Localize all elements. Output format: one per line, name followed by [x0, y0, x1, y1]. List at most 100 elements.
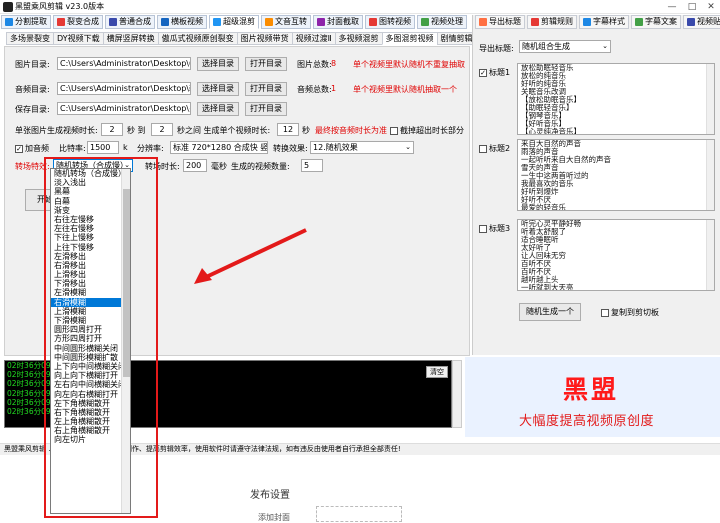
- duration-from-input[interactable]: 2: [101, 123, 123, 136]
- title1-textarea[interactable]: 放松助眠轻音乐 放松的纯音乐 好听的纯音乐 关眠音乐改调 【放松助眠音乐】 【助眠轻音乐】…: [517, 63, 715, 135]
- toolbar-button[interactable]: 封面截取: [313, 15, 363, 29]
- audio-dir-label: 音频目录:: [15, 85, 50, 94]
- sub-tab[interactable]: 多场景裂变: [6, 32, 53, 45]
- image-dir-input[interactable]: C:\Users\Administrator\Desktop\69: [57, 57, 191, 70]
- right-toolbar-button[interactable]: 剪辑规则: [527, 15, 577, 29]
- title2-checkbox[interactable]: 标题2: [479, 143, 510, 154]
- audio-open-button[interactable]: 打开目录: [245, 82, 287, 96]
- toolbar-label: 普通合成: [119, 17, 151, 26]
- save-open-button[interactable]: 打开目录: [245, 102, 287, 116]
- single-duration-input[interactable]: 12: [277, 123, 299, 136]
- sub-tab[interactable]: 多视频混剪: [334, 32, 382, 45]
- image-note: 单个视频里默认随机不重复抽取: [353, 60, 465, 69]
- right-toolbar-button[interactable]: 字幕文案: [631, 15, 681, 29]
- toolbar-icon: [479, 18, 487, 26]
- bitrate-input[interactable]: 1500: [87, 141, 119, 154]
- image-total-value: 8: [331, 59, 337, 68]
- toolbar-button[interactable]: 裂变合成: [53, 15, 103, 29]
- add-audio-label: 加音频: [25, 144, 49, 153]
- sub-tab[interactable]: 图片视频带货: [236, 32, 292, 45]
- sub-tab[interactable]: 横屏竖屏转换: [102, 32, 158, 45]
- sub-tab[interactable]: DY视频下载: [53, 32, 103, 45]
- resolution-value: 标准 720*1280 合成快 竖版: [173, 143, 268, 152]
- toolbar-label: 横板视频: [171, 17, 203, 26]
- window-title: 黑盟乘风剪辑 v23.0版本: [15, 2, 105, 11]
- chevron-down-icon: ⌄: [602, 42, 608, 50]
- toolbar-label: 图转视频: [379, 17, 411, 26]
- brand-slogan: 大幅度提高视频原创度: [519, 414, 655, 429]
- sub-tabs: 多场景裂变 DY视频下载 横屏竖屏转换 傲瓜式视频原创裂变 图片视频带货 视频过渡Ⅱ 多视频…: [6, 32, 477, 46]
- add-audio-checkbox[interactable]: ✓ 加音频: [15, 143, 49, 154]
- chevron-down-icon: ⌄: [405, 143, 411, 151]
- textarea-scrollbar[interactable]: [706, 220, 714, 290]
- audio-choose-button[interactable]: 选择目录: [197, 82, 239, 96]
- random-generate-button[interactable]: 随机生成一个: [519, 303, 581, 321]
- title-export-panel: 导出标题剪辑规则字幕样式字幕文案视频贴纸 导出标题: 随机组合生成⌄ ✓标题1 …: [472, 15, 720, 355]
- cut-overflow-checkbox[interactable]: 截掉超出时长部分: [390, 125, 464, 136]
- export-select[interactable]: 随机组合生成 ⌄: [519, 40, 611, 53]
- title3-checkbox[interactable]: 标题3: [479, 223, 510, 234]
- toolbar-button[interactable]: 分割提取: [1, 15, 51, 29]
- title-line: 一听就到大天亮: [521, 283, 574, 291]
- toolbar-icon: [369, 18, 377, 26]
- textarea-scrollbar[interactable]: [706, 64, 714, 134]
- textarea-scrollbar[interactable]: [706, 140, 714, 210]
- transition-select[interactable]: 12.随机效果 ⌄: [310, 141, 414, 154]
- title-line: 最爱的轻音乐: [521, 203, 566, 211]
- title3-label: 标题3: [489, 224, 511, 233]
- resolution-label: 分辨率:: [137, 144, 164, 153]
- audio-total-value: 1: [331, 84, 337, 93]
- toolbar-icon: [531, 18, 539, 26]
- right-toolbar-button[interactable]: 导出标题: [475, 15, 525, 29]
- clear-log-button[interactable]: 清空: [426, 366, 448, 378]
- save-dir-input[interactable]: C:\Users\Administrator\Desktop\多: [57, 102, 191, 115]
- toolbar-label: 视频贴纸: [697, 17, 720, 26]
- image-open-button[interactable]: 打开目录: [245, 57, 287, 71]
- toolbar-icon: [583, 18, 591, 26]
- sub-tab[interactable]: 多图混剪视频: [381, 32, 437, 45]
- toolbar-icon: [421, 18, 429, 26]
- right-toolbar-button[interactable]: 字幕样式: [579, 15, 629, 29]
- image-choose-button[interactable]: 选择目录: [197, 57, 239, 71]
- toolbar-button[interactable]: 文音互转: [261, 15, 311, 29]
- sub-tab[interactable]: 剧情剪辑: [436, 32, 477, 45]
- toolbar-button[interactable]: 视频处理: [417, 15, 467, 29]
- right-toolbar-button[interactable]: 视频贴纸: [683, 15, 720, 29]
- toolbar-button[interactable]: 横板视频: [157, 15, 207, 29]
- effect-time-input[interactable]: 200: [183, 159, 207, 172]
- gen-duration-label: 秒之间 生成单个视频时长:: [177, 126, 271, 135]
- audio-dir-input[interactable]: C:\Users\Administrator\Desktop\新: [57, 82, 191, 95]
- toolbar-button[interactable]: 图转视频: [365, 15, 415, 29]
- add-cover-box[interactable]: [316, 506, 402, 522]
- export-label: 导出标题:: [479, 44, 514, 53]
- close-button[interactable]: ✕: [703, 0, 719, 14]
- log-scrollbar[interactable]: [452, 360, 462, 428]
- minimize-button[interactable]: —: [664, 0, 680, 14]
- title2-textarea[interactable]: 来自大自然的声音 雨落的声音 一起听听来自大自然的声音 雪天的声音 一生中这两首听过的我…: [517, 139, 715, 211]
- sub-tab[interactable]: 傲瓜式视频原创裂变: [157, 32, 237, 45]
- title1-checkbox[interactable]: ✓ 标题1: [479, 67, 510, 78]
- title2-label: 标题2: [489, 144, 511, 153]
- sub-tab[interactable]: 视频过渡Ⅱ: [291, 32, 335, 45]
- copy-clipboard-checkbox[interactable]: 复制到剪切板: [601, 307, 659, 318]
- title-bar: 黑盟乘风剪辑 v23.0版本 — □ ✕: [0, 0, 720, 14]
- count-input[interactable]: 5: [301, 159, 323, 172]
- toolbar-button[interactable]: 普通合成: [105, 15, 155, 29]
- toolbar-label: 剪辑规则: [541, 17, 573, 26]
- add-cover-label: 添加封面: [258, 513, 290, 522]
- cut-overflow-label: 截掉超出时长部分: [400, 126, 464, 135]
- save-dir-label: 保存目录:: [15, 105, 50, 114]
- app-icon: [3, 2, 13, 12]
- duration-label: 单张图片生成视频时长:: [15, 126, 98, 135]
- publish-settings-label: 发布设置: [250, 490, 290, 501]
- audio-note: 单个视频里默认随机抽取一个: [353, 85, 457, 94]
- save-choose-button[interactable]: 选择目录: [197, 102, 239, 116]
- title3-textarea[interactable]: 听完心灵平静好畅 听着太舒服了 适合睡眠听 太好听了 让人回味无穷 百听不厌 百听不厌 越听越…: [517, 219, 715, 291]
- publish-settings-area: 发布设置 添加封面: [236, 470, 720, 522]
- resolution-select[interactable]: 标准 720*1280 合成快 竖版 ⌄: [170, 141, 268, 154]
- duration-to-input[interactable]: 2: [151, 123, 173, 136]
- maximize-button[interactable]: □: [684, 0, 700, 14]
- transition-value: 12.随机效果: [313, 143, 358, 152]
- copy-clipboard-label: 复制到剪切板: [611, 308, 659, 317]
- toolbar-button[interactable]: 超级混剪: [209, 15, 259, 29]
